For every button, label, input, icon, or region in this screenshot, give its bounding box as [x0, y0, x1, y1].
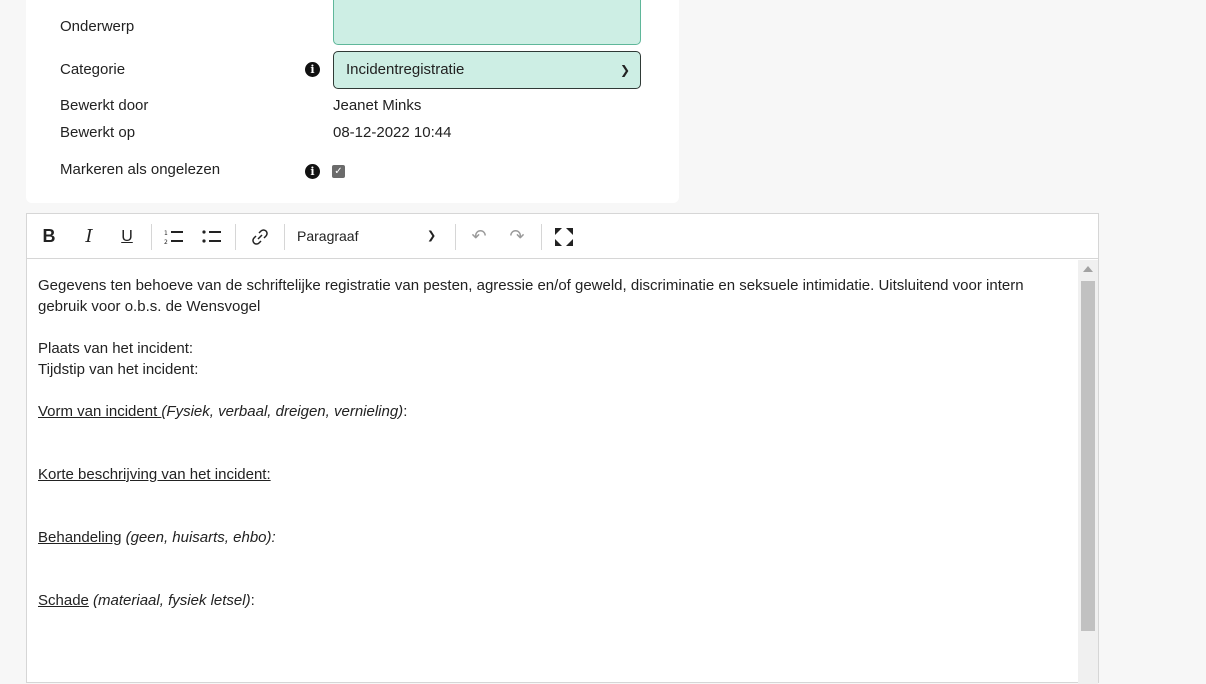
svg-text:1: 1 — [164, 230, 168, 237]
description-line: Korte beschrijving van het incident: — [38, 464, 1068, 485]
redo-icon[interactable]: ↷ — [503, 214, 531, 259]
treatment-hint: (geen, huisarts, ehbo): — [121, 529, 276, 546]
damage-label: Schade — [38, 592, 89, 609]
edited-on-value: 08-12-2022 10:44 — [333, 124, 452, 141]
category-label: Categorie — [60, 61, 126, 78]
undo-icon[interactable]: ↶ — [465, 214, 493, 259]
toolbar-separator — [455, 224, 456, 250]
intro-paragraph: Gegevens ten behoeve van de schriftelijk… — [38, 277, 1024, 315]
info-icon[interactable]: i — [305, 164, 320, 179]
time-line: Tijdstip van het incident: — [38, 361, 199, 378]
rich-text-editor: B I U 1 2 Paragraaf ❯ ↶ ↷ Gegevens ten b… — [26, 213, 1099, 684]
underline-button[interactable]: U — [115, 214, 139, 259]
bold-button[interactable]: B — [37, 214, 61, 259]
chevron-down-icon: ❯ — [427, 230, 437, 242]
category-selected-value: Incidentregistratie — [346, 61, 465, 78]
scrollbar-thumb[interactable] — [1081, 281, 1095, 631]
editor-content[interactable]: Gegevens ten behoeve van de schriftelijk… — [27, 260, 1079, 682]
scroll-up-arrow-icon[interactable] — [1083, 266, 1093, 272]
numbered-list-icon[interactable]: 1 2 — [159, 214, 189, 259]
message-details-card: Onderwerp Categorie i Incidentregistrati… — [26, 0, 679, 203]
treatment-line: Behandeling (geen, huisarts, ehbo): — [38, 527, 1068, 548]
damage-colon: : — [250, 592, 255, 609]
incident-form-line: Vorm van incident (Fysiek, verbaal, drei… — [38, 401, 1068, 422]
bullet-list-icon[interactable] — [197, 214, 227, 259]
svg-text:2: 2 — [164, 239, 168, 245]
toolbar-separator — [151, 224, 152, 250]
subject-input[interactable] — [333, 0, 641, 45]
link-icon[interactable] — [245, 214, 275, 259]
toolbar-separator — [541, 224, 542, 250]
mark-unread-checkbox[interactable]: ✓ — [332, 165, 345, 178]
editor-scrollbar[interactable] — [1078, 260, 1098, 684]
subject-label: Onderwerp — [60, 18, 135, 35]
incident-form-hint: (Fysiek, verbaal, dreigen, vernieling) — [161, 403, 404, 420]
incident-form-label: Vorm van incident — [38, 403, 162, 420]
category-select[interactable]: Incidentregistratie ❯ — [333, 51, 641, 89]
toolbar-separator — [284, 224, 285, 250]
edited-on-label: Bewerkt op — [60, 124, 136, 141]
toolbar-separator — [235, 224, 236, 250]
paragraph-format-label: Paragraaf — [297, 228, 359, 244]
damage-line: Schade (materiaal, fysiek letsel): — [38, 590, 1068, 611]
place-line: Plaats van het incident: — [38, 340, 194, 357]
treatment-label: Behandeling — [38, 529, 122, 546]
description-label: Korte beschrijving van het incident: — [38, 466, 271, 483]
paragraph-format-select[interactable]: Paragraaf ❯ — [297, 214, 442, 259]
incident-form-colon: : — [403, 403, 408, 420]
italic-button[interactable]: I — [77, 214, 101, 259]
edited-by-label: Bewerkt door — [60, 97, 149, 114]
chevron-down-icon: ❯ — [619, 63, 630, 77]
info-icon[interactable]: i — [305, 62, 320, 77]
mark-unread-label: Markeren als ongelezen — [60, 161, 221, 178]
damage-hint: (materiaal, fysiek letsel) — [88, 592, 251, 609]
fullscreen-icon[interactable] — [549, 214, 579, 259]
edited-by-value: Jeanet Minks — [333, 97, 422, 114]
editor-toolbar: B I U 1 2 Paragraaf ❯ ↶ ↷ — [27, 214, 1098, 259]
